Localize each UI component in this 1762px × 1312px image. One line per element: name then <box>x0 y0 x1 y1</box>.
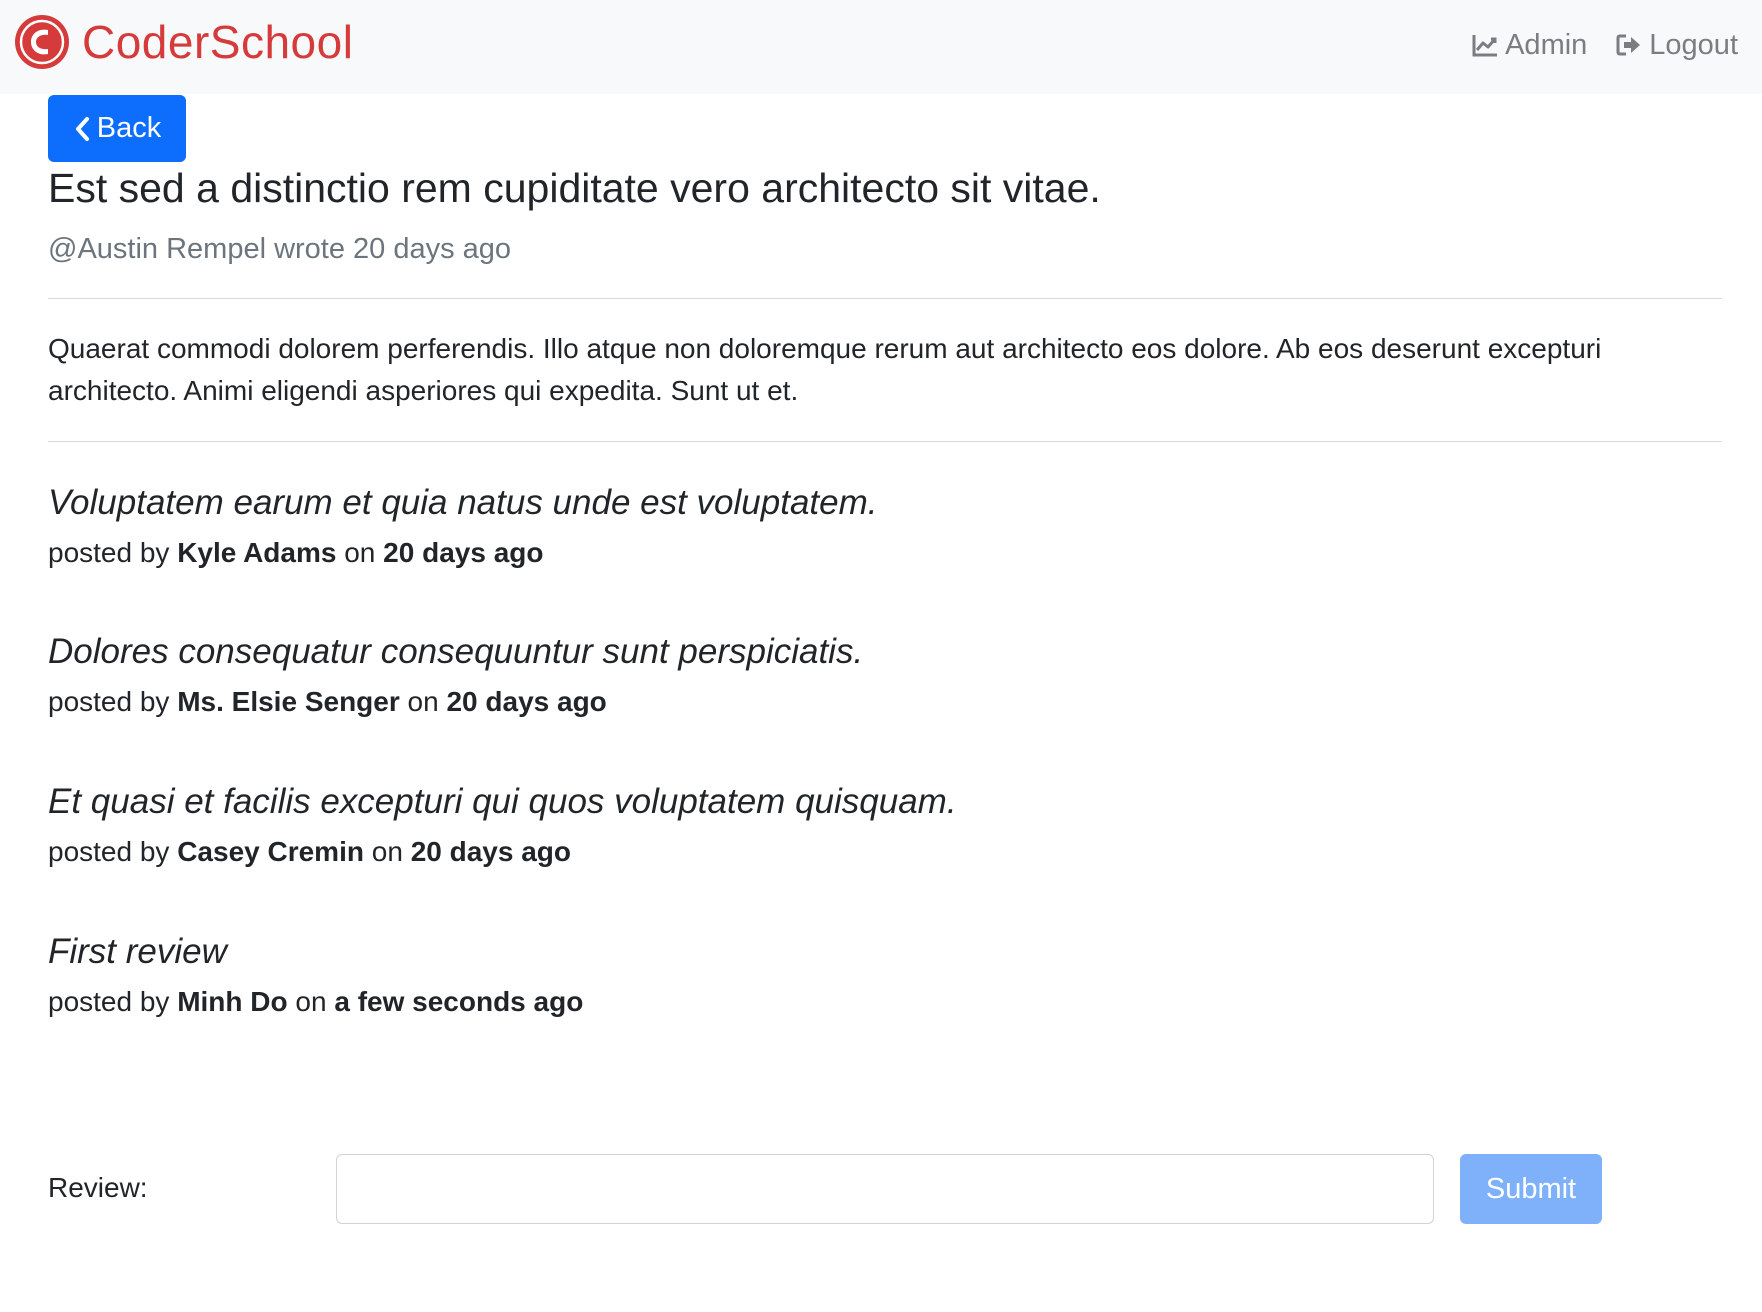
review-time: a few seconds ago <box>334 986 584 1017</box>
nav-links: Admin Logout <box>1471 24 1738 66</box>
chevron-left-icon <box>75 116 89 141</box>
review-info: posted by Ms. Elsie Senger on 20 days ag… <box>48 683 863 721</box>
review-text: Voluptatem earum et quia natus unde est … <box>48 483 878 522</box>
review-author: Minh Do <box>177 986 288 1017</box>
review-item: First review posted by Minh Do on a few … <box>48 929 583 1021</box>
chart-line-icon <box>1472 35 1498 57</box>
logout-link-label: Logout <box>1649 28 1738 61</box>
posted-by-label: posted by <box>48 686 170 717</box>
admin-link[interactable]: Admin <box>1471 29 1587 62</box>
posted-by-label: posted by <box>48 986 170 1017</box>
review-item: Voluptatem earum et quia natus unde est … <box>48 480 878 572</box>
review-author: Ms. Elsie Senger <box>177 686 400 717</box>
divider <box>48 441 1722 442</box>
review-author: Casey Cremin <box>177 836 364 867</box>
review-info: posted by Kyle Adams on 20 days ago <box>48 534 878 572</box>
review-info: posted by Minh Do on a few seconds ago <box>48 983 583 1021</box>
post-meta: @Austin Rempel wrote 20 days ago <box>48 233 512 265</box>
review-text: First review <box>48 932 227 971</box>
back-button-label: Back <box>96 112 162 144</box>
review-item: Et quasi et facilis excepturi qui quos v… <box>48 779 957 871</box>
review-time: 20 days ago <box>410 836 571 867</box>
on-label: on <box>407 686 439 717</box>
review-text: Dolores consequatur consequuntur sunt pe… <box>48 632 864 671</box>
post-title: Est sed a distinctio rem cupiditate vero… <box>48 165 1101 211</box>
sign-out-icon <box>1616 34 1641 56</box>
review-label: Review: <box>48 1172 148 1203</box>
review-item: Dolores consequatur consequuntur sunt pe… <box>48 629 863 721</box>
review-time: 20 days ago <box>383 537 544 568</box>
posted-by-label: posted by <box>48 836 170 867</box>
on-label: on <box>295 986 327 1017</box>
on-label: on <box>344 537 376 568</box>
review-time: 20 days ago <box>446 686 607 717</box>
review-text: Et quasi et facilis excepturi qui quos v… <box>48 782 957 821</box>
back-button[interactable]: Back <box>48 95 186 162</box>
navbar: CoderSchool Admin Logout <box>0 0 1762 94</box>
on-label: on <box>371 836 403 867</box>
review-input[interactable] <box>336 1154 1434 1224</box>
logout-link[interactable]: Logout <box>1615 29 1738 62</box>
brand-name: CoderSchool <box>82 16 354 68</box>
admin-link-label: Admin <box>1505 28 1588 61</box>
divider <box>48 298 1722 299</box>
submit-button[interactable]: Submit <box>1460 1154 1602 1224</box>
coderschool-logo-icon <box>15 15 69 69</box>
review-author: Kyle Adams <box>177 537 337 568</box>
posted-by-label: posted by <box>48 537 170 568</box>
brand-link[interactable]: CoderSchool <box>14 14 353 70</box>
post-body: Quaerat commodi dolorem perferendis. Ill… <box>48 333 1602 406</box>
review-info: posted by Casey Cremin on 20 days ago <box>48 833 957 871</box>
